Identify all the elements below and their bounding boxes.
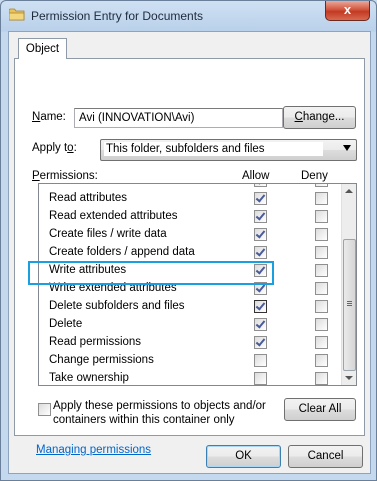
title-bar[interactable]: Permission Entry for Documents x [1,1,376,31]
tab-object[interactable]: Object [18,38,67,59]
grip-line [347,305,352,306]
scroll-down-arrow-icon[interactable] [342,371,356,385]
scroll-thumb[interactable] [343,239,356,371]
permission-label: Read attributes [49,192,127,204]
allow-header: Allow [242,170,270,182]
deny-checkbox[interactable] [315,336,328,349]
permission-row[interactable]: Read attributes [39,190,341,208]
allow-checkbox[interactable] [254,372,267,385]
allow-checkbox[interactable] [254,300,267,313]
permission-row[interactable]: Take ownership [39,370,341,385]
permission-row[interactable]: Create files / write data [39,226,341,244]
deny-checkbox[interactable] [315,318,328,331]
highlight-box [28,261,274,285]
permission-row[interactable]: Read permissions [39,334,341,352]
vertical-scrollbar[interactable] [341,184,356,385]
deny-header: Deny [301,170,328,182]
folder-icon [9,8,25,21]
deny-checkbox[interactable] [315,372,328,385]
tab-panel: Name: Avi (INNOVATION\Avi) Change... App… [14,58,365,456]
permission-label: Delete subfolders and files [49,300,185,312]
permission-row[interactable]: Change permissions [39,352,341,370]
close-button[interactable]: x [325,1,370,21]
deny-checkbox[interactable] [315,184,328,187]
permission-label: Create folders / append data [49,246,195,258]
dialog-client-area: Object Name: Avi (INNOVATION\Avi) Change… [8,31,371,474]
window-title: Permission Entry for Documents [31,9,204,23]
deny-checkbox[interactable] [315,300,328,313]
permission-row[interactable]: List folder / read data [39,184,341,190]
permission-row[interactable]: Read extended attributes [39,208,341,226]
allow-checkbox[interactable] [254,318,267,331]
cancel-button[interactable]: Cancel [288,445,363,468]
change-button[interactable]: Change... [283,106,356,129]
permission-row[interactable]: Delete subfolders and files [39,298,341,316]
managing-permissions-link[interactable]: Managing permissions [36,444,151,456]
close-icon: x [343,2,352,17]
name-field[interactable]: Avi (INNOVATION\Avi) [74,108,283,128]
apply-children-label: Apply these permissions to objects and/o… [53,400,266,426]
apply-to-select[interactable]: This folder, subfolders and files [100,139,357,161]
allow-checkbox[interactable] [254,354,267,367]
permission-label: List folder / read data [49,184,157,186]
permission-row[interactable]: Create folders / append data [39,244,341,262]
apply-to-value: This folder, subfolders and files [104,142,323,156]
deny-checkbox[interactable] [315,282,328,295]
deny-checkbox[interactable] [315,192,328,205]
apply-children-checkbox[interactable] [38,403,51,416]
permission-label: Read permissions [49,336,142,348]
allow-checkbox[interactable] [254,210,267,223]
allow-checkbox[interactable] [254,192,267,205]
clear-all-button[interactable]: Clear All [284,398,356,421]
deny-checkbox[interactable] [315,354,328,367]
apply-to-label: Apply to: [32,142,77,154]
permission-row[interactable]: Delete [39,316,341,334]
grip-line [347,303,352,304]
deny-checkbox[interactable] [315,264,328,277]
chevron-down-icon [343,145,351,151]
permission-label: Create files / write data [49,228,167,240]
permission-label: Read extended attributes [49,210,178,222]
allow-checkbox[interactable] [254,336,267,349]
permission-label: Take ownership [49,372,129,384]
scroll-up-arrow-icon[interactable] [342,184,356,198]
ok-button[interactable]: OK [206,445,281,468]
permission-label: Delete [49,318,83,330]
deny-checkbox[interactable] [315,210,328,223]
allow-checkbox[interactable] [254,228,267,241]
grip-line [347,301,352,302]
allow-checkbox[interactable] [254,246,267,259]
permission-label: Change permissions [49,354,154,366]
permissions-header: Permissions: [32,170,98,182]
name-label: Name: [32,111,66,123]
dialog-window: Permission Entry for Documents x Object … [0,0,377,481]
allow-checkbox[interactable] [254,184,267,187]
deny-checkbox[interactable] [315,246,328,259]
deny-checkbox[interactable] [315,228,328,241]
